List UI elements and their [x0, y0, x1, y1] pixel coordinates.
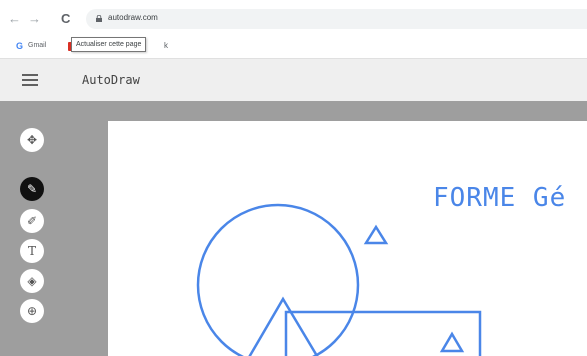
reload-tooltip: Actualiser cette page: [71, 37, 147, 52]
bookmark-label[interactable]: k: [164, 41, 168, 50]
large-triangle-shape: [248, 296, 319, 356]
move-tool-icon[interactable]: ✥: [20, 128, 44, 152]
back-icon[interactable]: ←: [8, 12, 21, 26]
draw-tool-icon[interactable]: ✐: [20, 209, 44, 233]
reload-icon[interactable]: C: [61, 12, 70, 26]
autodraw-tool-icon[interactable]: ✎: [20, 177, 44, 201]
canvas-shapes: [196, 203, 482, 356]
url-text: autodraw.com: [108, 13, 158, 22]
app-title: AutoDraw: [82, 73, 140, 87]
lock-icon: [96, 15, 102, 22]
app-header: AutoDraw: [0, 58, 587, 101]
fill-tool-icon[interactable]: ◈: [20, 269, 44, 293]
small-triangle-shape: [363, 224, 389, 245]
drawing-canvas[interactable]: FORME Gé: [108, 121, 587, 356]
bookmark-gmail[interactable]: Gmail: [28, 42, 46, 49]
tool-sidebar: ✥ ✎ ✐ T ◈ ⊕: [0, 101, 64, 356]
forward-icon[interactable]: →: [28, 12, 41, 26]
tiny-triangle-shape: [439, 331, 465, 353]
type-tool-icon[interactable]: T: [20, 239, 44, 263]
circle-shape: [196, 203, 360, 356]
gmail-g-icon[interactable]: G: [16, 41, 23, 51]
address-bar[interactable]: autodraw.com: [86, 9, 587, 29]
browser-toolbar: ← → C autodraw.com: [0, 0, 587, 36]
menu-icon[interactable]: [22, 74, 38, 86]
shape-tool-icon[interactable]: ⊕: [20, 299, 44, 323]
workspace: ✥ ✎ ✐ T ◈ ⊕ FORME Gé: [0, 101, 587, 356]
